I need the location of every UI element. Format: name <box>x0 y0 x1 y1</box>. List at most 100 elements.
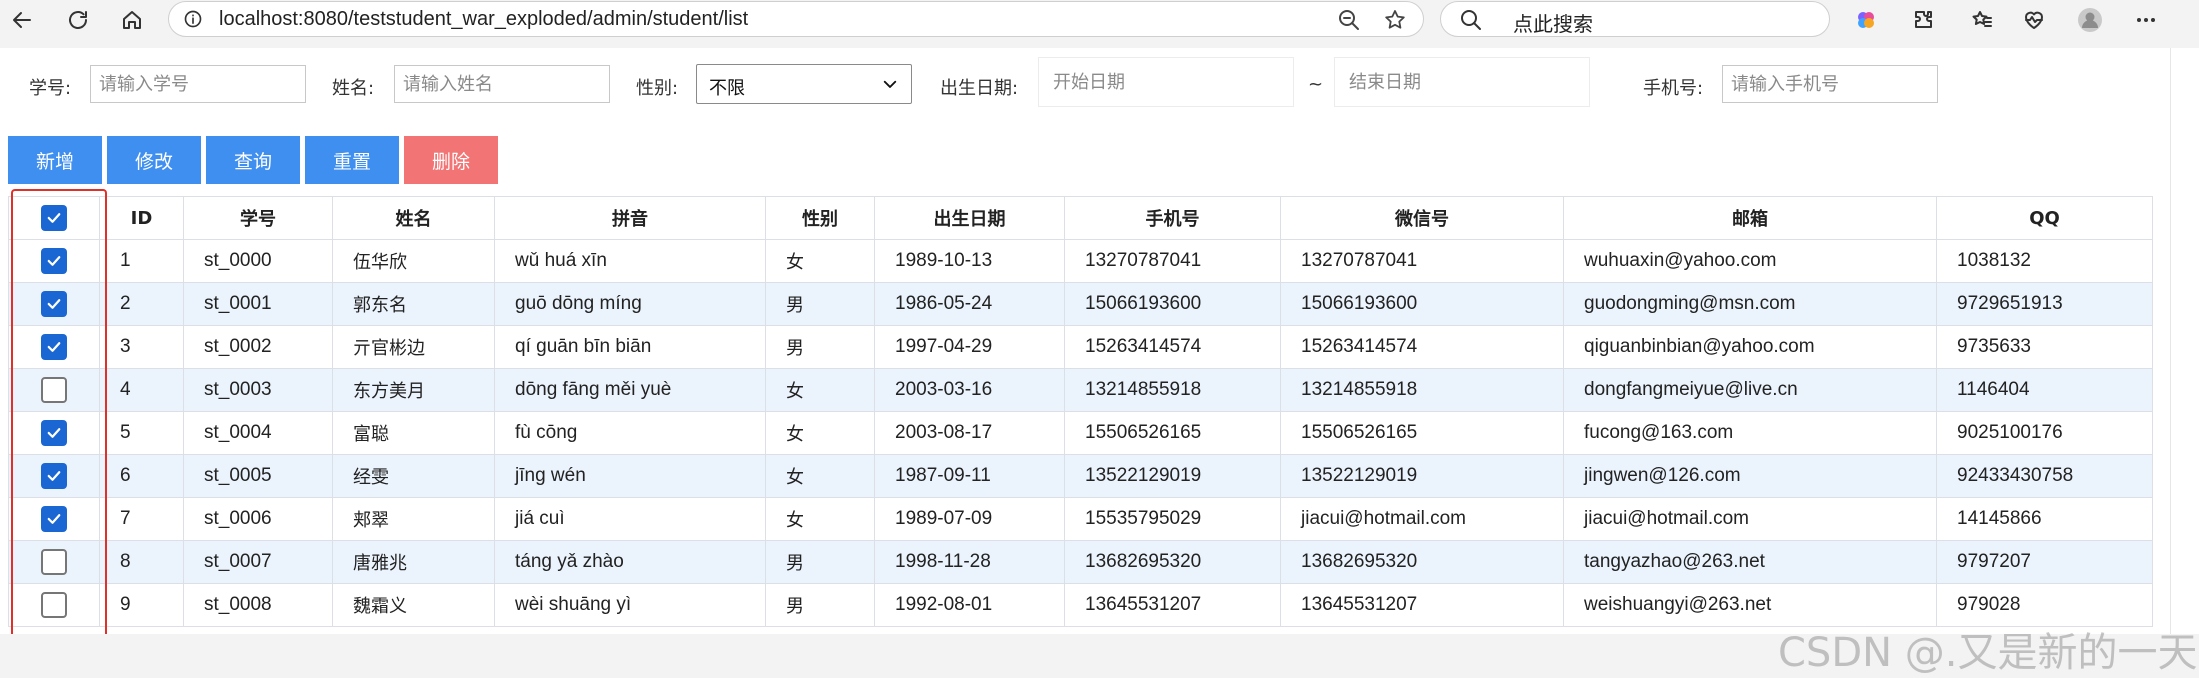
cell-name: 郏翠 <box>332 497 495 541</box>
gender-select[interactable]: 不限 <box>696 64 912 104</box>
end-date-input[interactable] <box>1334 57 1590 107</box>
chevron-down-icon <box>883 80 897 88</box>
cell-name: 郭东名 <box>332 282 495 326</box>
cell-email: jingwen@126.com <box>1563 454 1937 498</box>
cell-birth: 1989-10-13 <box>874 239 1065 283</box>
cell-pinyin: dōng fāng měi yuè <box>494 368 766 412</box>
column-header[interactable]: 手机号 <box>1064 196 1281 240</box>
select-all-checkbox[interactable] <box>41 205 67 231</box>
query-button[interactable]: 查询 <box>206 136 300 184</box>
table-row[interactable]: 1 st_0000 伍华欣 wǔ huá xīn 女 1989-10-13 13270787… <box>8 239 2153 283</box>
name-input[interactable] <box>394 65 610 103</box>
extensions-icon[interactable] <box>1910 6 1938 34</box>
cell-birth: 1987-09-11 <box>874 454 1065 498</box>
cell-no: st_0001 <box>183 282 333 326</box>
add-button[interactable]: 新增 <box>8 136 102 184</box>
browser-toolbar: localhost:8080/teststudent_war_exploded/… <box>0 0 2199 40</box>
reset-button[interactable]: 重置 <box>305 136 399 184</box>
row-checkbox[interactable] <box>41 291 67 317</box>
row-checkbox[interactable] <box>41 420 67 446</box>
favorites-icon[interactable] <box>1968 6 1996 34</box>
browser-search-box[interactable]: 点此搜索 <box>1440 1 1830 37</box>
cell-name: 魏霜义 <box>332 583 495 627</box>
row-checkbox[interactable] <box>41 506 67 532</box>
cell-phone: 13214855918 <box>1064 368 1281 412</box>
start-date-input[interactable] <box>1038 57 1294 107</box>
gender-label: 性别: <box>636 78 679 99</box>
cell-email: jiacui@hotmail.com <box>1563 497 1937 541</box>
cell-gender: 女 <box>765 497 875 541</box>
row-checkbox[interactable] <box>41 248 67 274</box>
cell-email: fucong@163.com <box>1563 411 1937 455</box>
cell-qq: 14145866 <box>1936 497 2153 541</box>
cell-email: tangyazhao@263.net <box>1563 540 1937 584</box>
column-header[interactable]: 拼音 <box>494 196 766 240</box>
favorite-star-icon[interactable] <box>1383 8 1407 32</box>
select-all-cell <box>8 196 100 240</box>
table-row[interactable]: 2 st_0001 郭东名 guō dōng míng 男 1986-05-24 15066… <box>8 282 2153 326</box>
row-checkbox-cell <box>8 239 100 283</box>
cell-wechat: 13214855918 <box>1280 368 1564 412</box>
column-header[interactable]: 微信号 <box>1280 196 1564 240</box>
student-no-input[interactable] <box>90 65 306 103</box>
row-checkbox-cell <box>8 454 100 498</box>
row-checkbox[interactable] <box>41 377 67 403</box>
side-panel-scrollbar[interactable] <box>2170 48 2199 634</box>
table-row[interactable]: 4 st_0003 东方美月 dōng fāng měi yuè 女 2003-03-16… <box>8 368 2153 412</box>
edit-button[interactable]: 修改 <box>107 136 201 184</box>
cell-qq: 9025100176 <box>1936 411 2153 455</box>
cell-birth: 1997-04-29 <box>874 325 1065 369</box>
cell-phone: 13645531207 <box>1064 583 1281 627</box>
table-row[interactable]: 7 st_0006 郏翠 jiá cuì 女 1989-07-09 15535795029 j… <box>8 497 2153 541</box>
column-header[interactable]: QQ <box>1936 196 2153 240</box>
cell-pinyin: táng yǎ zhào <box>494 540 766 584</box>
table-row[interactable]: 3 st_0002 亓官彬边 qí guān bīn biān 男 1997-04-29 1… <box>8 325 2153 369</box>
home-icon[interactable] <box>116 4 148 36</box>
refresh-icon[interactable] <box>62 4 94 36</box>
date-range-separator: ~ <box>1308 74 1324 95</box>
more-menu-icon[interactable] <box>2132 6 2160 34</box>
zoom-out-icon[interactable] <box>1337 8 1361 32</box>
cell-gender: 男 <box>765 583 875 627</box>
browser-health-icon[interactable] <box>2020 6 2048 34</box>
cell-pinyin: wèi shuāng yì <box>494 583 766 627</box>
cell-no: st_0002 <box>183 325 333 369</box>
phone-input[interactable] <box>1722 65 1938 103</box>
cell-id: 7 <box>99 497 184 541</box>
cell-no: st_0007 <box>183 540 333 584</box>
address-bar[interactable]: localhost:8080/teststudent_war_exploded/… <box>168 1 1424 37</box>
row-checkbox[interactable] <box>41 334 67 360</box>
student-table: ID 学号 姓名 拼音 性别 出生日期 手机号 微信号 邮箱 QQ 1 st_00… <box>8 196 2153 627</box>
cell-no: st_0003 <box>183 368 333 412</box>
gender-select-value: 不限 <box>709 78 745 99</box>
column-header[interactable]: 姓名 <box>332 196 495 240</box>
cell-name: 亓官彬边 <box>332 325 495 369</box>
cell-phone: 15535795029 <box>1064 497 1281 541</box>
url-text[interactable]: localhost:8080/teststudent_war_exploded/… <box>219 8 748 31</box>
cell-id: 4 <box>99 368 184 412</box>
cell-qq: 1038132 <box>1936 239 2153 283</box>
column-header[interactable]: ID <box>99 196 184 240</box>
cell-email: guodongming@msn.com <box>1563 282 1937 326</box>
delete-button[interactable]: 删除 <box>404 136 498 184</box>
back-icon[interactable] <box>6 4 38 36</box>
column-header[interactable]: 出生日期 <box>874 196 1065 240</box>
table-row[interactable]: 6 st_0005 经雯 jīng wén 女 1987-09-11 13522129019… <box>8 454 2153 498</box>
row-checkbox[interactable] <box>41 549 67 575</box>
copilot-icon[interactable] <box>1852 6 1880 34</box>
row-checkbox-cell <box>8 540 100 584</box>
profile-avatar-icon[interactable] <box>2076 6 2104 34</box>
column-header[interactable]: 邮箱 <box>1563 196 1937 240</box>
cell-email: qiguanbinbian@yahoo.com <box>1563 325 1937 369</box>
site-info-icon[interactable] <box>183 9 203 29</box>
table-row[interactable]: 8 st_0007 唐雅兆 táng yǎ zhào 男 1998-11-28 136826… <box>8 540 2153 584</box>
column-header[interactable]: 性别 <box>765 196 875 240</box>
phone-label: 手机号: <box>1643 78 1704 99</box>
column-header[interactable]: 学号 <box>183 196 333 240</box>
student-table-wrapper: ID 学号 姓名 拼音 性别 出生日期 手机号 微信号 邮箱 QQ 1 st_00… <box>8 196 2153 627</box>
table-row[interactable]: 5 st_0004 富聪 fù cōng 女 2003-08-17 15506526165 1… <box>8 411 2153 455</box>
cell-qq: 9729651913 <box>1936 282 2153 326</box>
row-checkbox[interactable] <box>41 463 67 489</box>
cell-pinyin: wǔ huá xīn <box>494 239 766 283</box>
row-checkbox[interactable] <box>41 592 67 618</box>
